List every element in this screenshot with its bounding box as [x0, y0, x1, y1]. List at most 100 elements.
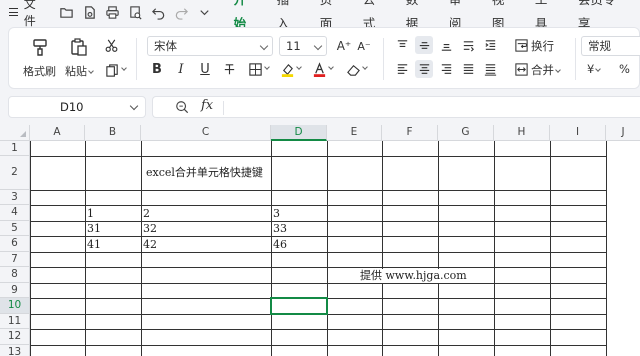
column-header-a[interactable]: A — [30, 125, 85, 141]
cell-border — [382, 141, 383, 356]
open-folder-icon[interactable] — [59, 5, 74, 20]
row-header-9[interactable]: 9 — [0, 283, 30, 298]
align-top-icon[interactable] — [393, 36, 411, 54]
copy-icon[interactable] — [102, 61, 128, 79]
row-header-6[interactable]: 6 — [0, 236, 30, 252]
row-header-12[interactable]: 12 — [0, 329, 30, 345]
underline-button[interactable]: U — [196, 60, 214, 78]
column-header-i[interactable]: I — [550, 125, 606, 141]
row-header-3[interactable]: 3 — [0, 190, 30, 205]
cell-d5[interactable]: 33 — [273, 222, 287, 236]
cell-border — [30, 156, 606, 157]
ribbon-separator — [136, 38, 137, 80]
cut-icon[interactable] — [102, 36, 120, 54]
credit-text[interactable]: 提供 www.hjga.com — [358, 269, 469, 283]
print-icon[interactable] — [105, 5, 120, 20]
align-right-icon[interactable] — [437, 60, 455, 78]
cell-b6[interactable]: 41 — [87, 238, 101, 252]
fill-color-icon[interactable] — [277, 60, 303, 78]
cell-d6[interactable]: 46 — [273, 238, 287, 252]
row-header-7[interactable]: 7 — [0, 252, 30, 267]
cell-border — [30, 190, 606, 191]
currency-format-button[interactable]: ¥ — [587, 62, 602, 76]
text-direction-icon[interactable] — [459, 36, 477, 54]
cell-c2[interactable]: excel合并单元格快捷键 — [146, 166, 263, 180]
row-header-1[interactable]: 1 — [0, 141, 30, 156]
zoom-search-icon[interactable] — [175, 100, 189, 114]
cell-b5[interactable]: 31 — [87, 222, 101, 236]
font-grow-icon[interactable]: A⁺ — [335, 37, 353, 55]
name-box[interactable]: D10 — [8, 96, 146, 118]
spreadsheet-grid[interactable]: A B C D E F G H I J 1 2 3 4 5 6 7 8 9 10… — [0, 125, 640, 356]
undo-icon[interactable] — [151, 5, 166, 20]
clear-format-eraser-icon[interactable] — [343, 60, 369, 78]
column-header-h[interactable]: H — [494, 125, 550, 141]
align-bottom-icon[interactable] — [437, 36, 455, 54]
format-painter-icon — [32, 39, 47, 56]
justify-icon[interactable] — [459, 60, 477, 78]
merge-cells-label[interactable]: 合并 — [531, 62, 561, 78]
column-header-c[interactable]: C — [141, 125, 271, 141]
cell-border — [30, 141, 31, 356]
bold-button[interactable]: B — [148, 60, 166, 78]
cell-b4[interactable]: 1 — [87, 207, 94, 221]
cell-c6[interactable]: 42 — [143, 238, 157, 252]
format-painter-label: 格式刷 — [23, 65, 56, 78]
italic-button[interactable]: I — [172, 60, 190, 78]
redo-icon[interactable] — [174, 5, 189, 20]
format-painter-button[interactable]: 格式刷 — [23, 37, 56, 79]
indent-icon[interactable] — [481, 36, 499, 54]
quick-access-toolbar — [59, 5, 212, 20]
cell-c5[interactable]: 32 — [143, 222, 157, 236]
font-name-select[interactable]: 宋体 — [147, 36, 273, 56]
column-header-j[interactable]: J — [606, 125, 640, 141]
percent-format-button[interactable]: % — [619, 62, 630, 76]
column-header-d[interactable]: D — [271, 125, 327, 141]
wrap-text-icon[interactable] — [512, 36, 530, 54]
font-size-select[interactable]: 11 — [279, 36, 327, 56]
cell-c4[interactable]: 2 — [143, 207, 150, 221]
strikethrough-icon[interactable] — [220, 60, 238, 78]
column-header-e[interactable]: E — [327, 125, 382, 141]
print-preview-icon[interactable] — [128, 5, 143, 20]
hamburger-menu-icon[interactable] — [9, 8, 18, 16]
align-center-icon[interactable] — [415, 60, 433, 78]
chevron-down-icon[interactable] — [197, 5, 212, 20]
cell-border — [494, 141, 495, 356]
row-header-10[interactable]: 10 — [0, 298, 30, 314]
column-header-f[interactable]: F — [382, 125, 438, 141]
column-header-g[interactable]: G — [438, 125, 494, 141]
align-middle-icon[interactable] — [415, 36, 433, 54]
cell-border — [30, 236, 606, 237]
row-header-13[interactable]: 13 — [0, 345, 30, 356]
font-shrink-icon[interactable]: A⁻ — [355, 37, 373, 55]
formula-bar: D10 fx — [0, 95, 640, 119]
font-color-icon[interactable] — [309, 60, 335, 78]
paste-button[interactable]: 粘贴 — [65, 37, 94, 79]
align-left-icon[interactable] — [393, 60, 411, 78]
formula-input[interactable]: fx — [152, 96, 640, 118]
save-icon[interactable] — [82, 5, 97, 20]
cell-border — [271, 141, 272, 356]
row-header-5[interactable]: 5 — [0, 221, 30, 236]
fx-function-icon[interactable]: fx — [201, 98, 213, 113]
row-header-2[interactable]: 2 — [0, 156, 30, 190]
cell-border — [606, 141, 607, 356]
border-icon[interactable] — [245, 60, 271, 78]
row-header-8[interactable]: 8 — [0, 267, 30, 283]
column-header-b[interactable]: B — [85, 125, 141, 141]
cell-border — [85, 141, 86, 356]
file-menu[interactable]: 文件 — [24, 0, 45, 29]
row-header-11[interactable]: 11 — [0, 314, 30, 329]
cell-border — [30, 221, 606, 222]
cell-d4[interactable]: 3 — [273, 207, 280, 221]
distributed-align-icon[interactable] — [481, 60, 499, 78]
ribbon-separator — [575, 38, 576, 80]
cell-border — [438, 141, 439, 356]
number-format-select[interactable]: 常规 — [581, 36, 640, 56]
wrap-text-label[interactable]: 换行 — [531, 38, 554, 54]
active-cell-d10[interactable] — [270, 297, 328, 315]
row-header-4[interactable]: 4 — [0, 205, 30, 221]
merge-cells-icon[interactable] — [512, 60, 530, 78]
select-all-corner[interactable] — [0, 125, 30, 141]
